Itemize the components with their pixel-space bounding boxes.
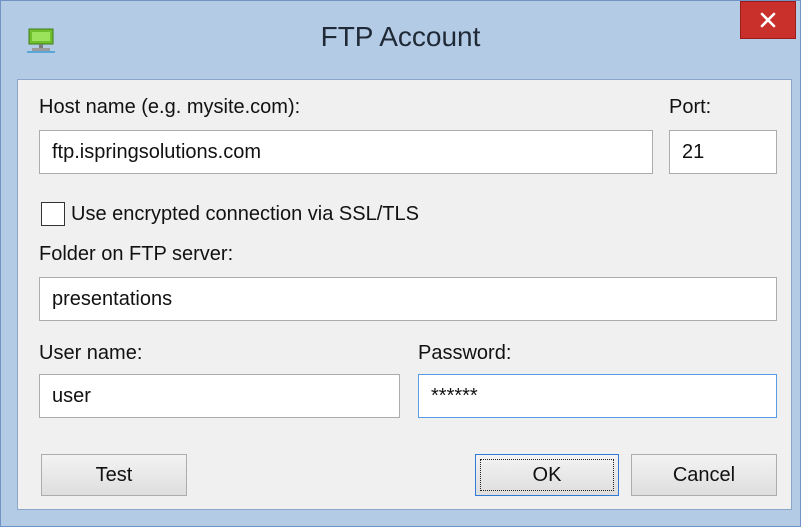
password-input[interactable]: ****** (418, 374, 777, 418)
port-label: Port: (669, 96, 712, 118)
user-name-input[interactable]: user (39, 374, 400, 418)
cancel-button[interactable]: Cancel (631, 454, 777, 496)
port-input[interactable]: 21 (669, 130, 777, 174)
ok-button[interactable]: OK (475, 454, 619, 496)
host-name-input[interactable]: ftp.ispringsolutions.com (39, 130, 653, 174)
close-icon (760, 12, 776, 28)
ftp-account-dialog: FTP Account Host name (e.g. mysite.com):… (0, 0, 801, 527)
close-button[interactable] (740, 1, 796, 39)
dialog-client-area: Host name (e.g. mysite.com): ftp.ispring… (17, 79, 792, 510)
user-name-label: User name: (39, 342, 143, 364)
host-name-label: Host name (e.g. mysite.com): (39, 96, 301, 118)
folder-label: Folder on FTP server: (39, 243, 234, 265)
window-title: FTP Account (320, 21, 481, 52)
focus-ring (480, 459, 614, 491)
test-button[interactable]: Test (41, 454, 187, 496)
folder-input[interactable]: presentations (39, 277, 777, 321)
ssl-label[interactable]: Use encrypted connection via SSL/TLS (71, 203, 419, 226)
ssl-checkbox[interactable] (41, 202, 65, 226)
title-bar[interactable]: FTP Account (1, 1, 800, 79)
password-label: Password: (418, 342, 512, 364)
